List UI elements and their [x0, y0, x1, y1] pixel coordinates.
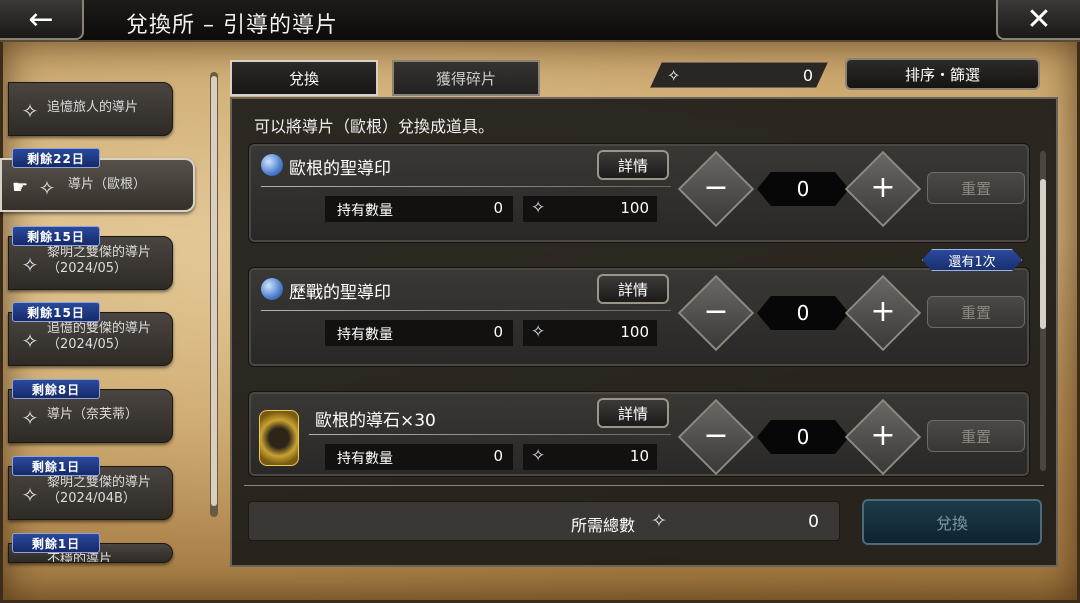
sidebar-item-label: 導片（歐根）: [68, 177, 147, 192]
decrease-quantity-button[interactable]: [677, 398, 755, 476]
cost-display: ✧ 100: [523, 320, 657, 346]
shard-gem-icon: ✧: [21, 329, 39, 353]
shard-gem-icon: ✧: [21, 406, 39, 430]
reset-button[interactable]: 重置: [927, 296, 1025, 328]
shard-gem-icon: ✧: [531, 198, 546, 218]
sidebar-scroll-thumb[interactable]: [211, 76, 217, 506]
back-arrow-icon: ←: [28, 1, 54, 37]
back-button[interactable]: ←: [0, 0, 84, 40]
days-remaining-badge: 剩餘22日: [12, 148, 100, 168]
shard-gem-icon: ✧: [651, 510, 667, 532]
held-value: 0: [493, 199, 503, 217]
total-required-bar: 所需總數 ✧ 0: [248, 501, 840, 541]
shard-gem-icon: ✧: [667, 65, 681, 85]
exchange-button[interactable]: 兌換: [862, 499, 1042, 545]
remaining-count-tag: 還有1次: [922, 249, 1022, 271]
held-value: 0: [493, 447, 503, 465]
days-remaining-badge: 剩餘15日: [12, 226, 100, 246]
exchange-item-row: 歷戰的聖導印 詳情 持有數量 0 ✧ 100 − 0 + 重置: [248, 267, 1030, 367]
shard-currency-display: ✧ 0: [650, 62, 828, 88]
decrease-quantity-button[interactable]: [677, 150, 755, 228]
item-name: 歷戰的聖導印: [289, 283, 391, 303]
sidebar-item-label: 黎明之雙傑的導片 （2024/04B）: [47, 475, 152, 506]
increase-quantity-button[interactable]: [844, 398, 922, 476]
currency-value: 0: [802, 65, 813, 85]
seal-icon: [261, 278, 283, 300]
item-list-scroll-thumb[interactable]: [1040, 179, 1046, 329]
cost-value: 100: [620, 199, 649, 217]
character-stone-icon: [259, 410, 299, 466]
info-text: 可以將導片（歐根）兌換成道具。: [254, 117, 495, 136]
detail-button[interactable]: 詳情: [597, 150, 669, 180]
sidebar-scrollbar[interactable]: [210, 72, 218, 517]
row-divider: [261, 310, 671, 311]
held-label: 持有數量: [337, 451, 393, 467]
detail-button[interactable]: 詳情: [597, 274, 669, 304]
exchange-item-row: 歐根的導石×30 詳情 持有數量 0 ✧ 10 − 0 + 重置: [248, 391, 1030, 477]
total-value: 0: [808, 512, 819, 532]
close-button[interactable]: ✕: [996, 0, 1080, 40]
item-name: 歐根的聖導印: [289, 159, 391, 179]
sort-filter-button[interactable]: 排序・篩選: [845, 58, 1040, 90]
held-label: 持有數量: [337, 327, 393, 343]
tab-exchange[interactable]: 兌換: [230, 60, 378, 96]
reset-button[interactable]: 重置: [927, 172, 1025, 204]
held-value: 0: [493, 323, 503, 341]
cost-value: 100: [620, 323, 649, 341]
decrease-quantity-button[interactable]: [677, 274, 755, 352]
exchange-item-row: 歐根的聖導印 詳情 持有數量 0 ✧ 100 − 0 + 重置: [248, 143, 1030, 243]
sidebar-item-memory-traveler[interactable]: ✧ 追憶旅人的導片: [8, 82, 173, 136]
shard-gem-icon: ✧: [21, 253, 39, 277]
days-remaining-badge: 剩餘1日: [12, 533, 100, 553]
bottom-divider: [244, 485, 1044, 486]
shard-gem-icon: ✧: [531, 446, 546, 466]
shard-gem-icon: ✧: [531, 322, 546, 342]
exchange-panel: 可以將導片（歐根）兌換成道具。 歐根的聖導印 詳情 持有數量 0 ✧ 100 −…: [230, 97, 1058, 567]
detail-button[interactable]: 詳情: [597, 398, 669, 428]
cost-value: 10: [629, 447, 649, 465]
sidebar-item-label: 黎明之雙傑的導片 （2024/05）: [47, 245, 152, 276]
sidebar-item-label: 不穩的導片: [47, 552, 113, 563]
increase-quantity-button[interactable]: [844, 274, 922, 352]
header-bar: ← 兌換所 – 引導的導片 ✕: [0, 0, 1080, 42]
close-icon: ✕: [1026, 1, 1052, 37]
seal-icon: [261, 154, 283, 176]
shard-gem-icon: ✧: [38, 176, 56, 200]
cost-display: ✧ 100: [523, 196, 657, 222]
days-remaining-badge: 剩餘8日: [12, 379, 100, 399]
pointing-hand-icon: ☛: [12, 177, 29, 198]
shard-gem-icon: ✧: [21, 99, 39, 123]
days-remaining-badge: 剩餘15日: [12, 302, 100, 322]
held-label: 持有數量: [337, 203, 393, 219]
item-name: 歐根的導石×30: [315, 411, 436, 431]
quantity-display: 0: [757, 296, 849, 330]
shard-gem-icon: ✧: [21, 483, 39, 507]
quantity-display: 0: [757, 420, 849, 454]
cost-display: ✧ 10: [523, 444, 657, 470]
held-count: 持有數量 0: [325, 196, 513, 222]
sidebar-item-label: 追憶旅人的導片: [47, 100, 139, 115]
row-divider: [261, 186, 671, 187]
held-count: 持有數量 0: [325, 444, 513, 470]
days-remaining-badge: 剩餘1日: [12, 456, 100, 476]
quantity-display: 0: [757, 172, 849, 206]
item-list-scrollbar[interactable]: [1040, 151, 1046, 471]
sidebar-item-label: 追憶的雙傑的導片 （2024/05）: [47, 321, 152, 352]
row-divider: [309, 434, 671, 435]
total-label: 所需總數: [571, 516, 636, 535]
tab-obtain-fragments[interactable]: 獲得碎片: [392, 60, 540, 96]
increase-quantity-button[interactable]: [844, 150, 922, 228]
sidebar-item-label: 導片（奈芙蒂）: [47, 407, 139, 422]
reset-button[interactable]: 重置: [927, 420, 1025, 452]
held-count: 持有數量 0: [325, 320, 513, 346]
page-title: 兌換所 – 引導的導片: [126, 13, 338, 38]
